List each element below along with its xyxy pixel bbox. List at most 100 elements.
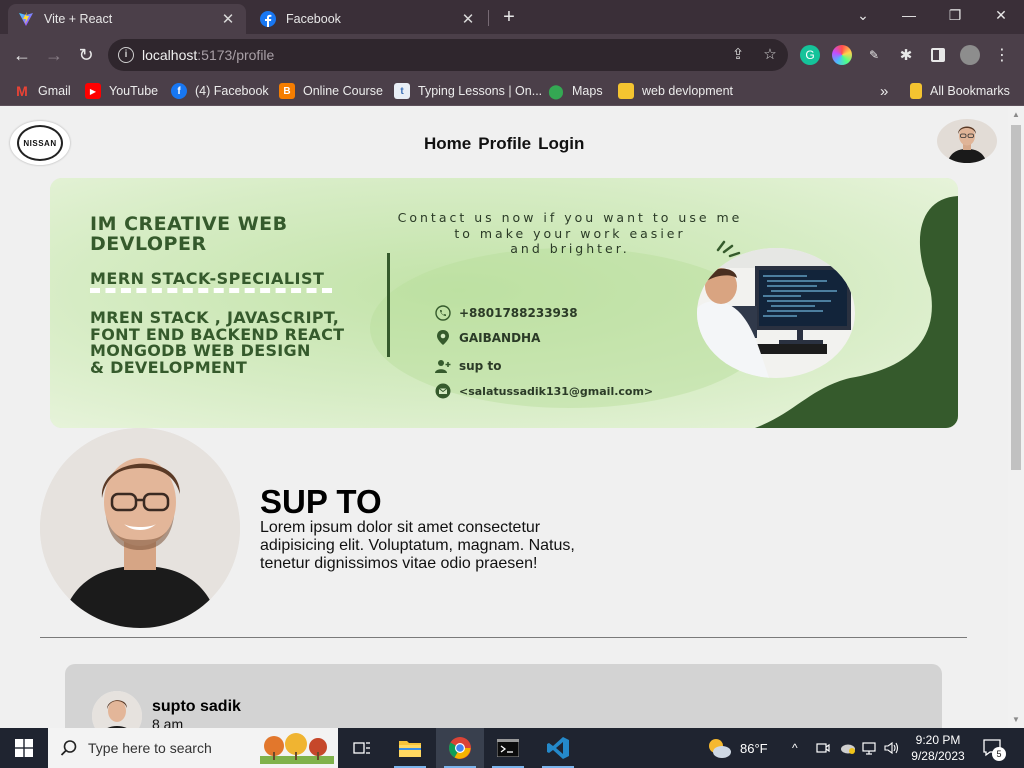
scroll-up-arrow[interactable]: ▲ xyxy=(1008,107,1024,123)
nav-login[interactable]: Login xyxy=(538,134,584,154)
site-header: NISSAN Home Profile Login xyxy=(0,107,1008,177)
profile-bio: Lorem ipsum dolor sit amet consectetur a… xyxy=(260,519,575,572)
close-window-button[interactable]: ✕ xyxy=(978,0,1024,30)
reload-button[interactable]: ↻ xyxy=(74,43,98,67)
tab-vite-react[interactable]: Vite + React ✕ xyxy=(8,4,246,34)
phone-icon xyxy=(435,305,451,321)
browser-title-bar: Vite + React ✕ Facebook ✕ + ⌄ — ❐ ✕ xyxy=(0,0,1024,34)
extensions-puzzle-icon[interactable]: ✱ xyxy=(896,45,916,65)
banner-headline: IM CREATIVE WEB DEVLOPER xyxy=(90,214,288,254)
bookmarks-overflow-button[interactable]: » xyxy=(880,82,888,100)
facebook-icon: f xyxy=(171,83,187,99)
banner-contact-text: Contact us now if you want to use me to … xyxy=(380,210,760,257)
forward-button[interactable]: → xyxy=(42,43,66,67)
tab-title: Facebook xyxy=(286,12,341,26)
post-author-avatar[interactable] xyxy=(92,691,142,728)
file-explorer-button[interactable] xyxy=(386,728,434,768)
add-user-icon xyxy=(435,358,451,374)
close-tab-icon[interactable]: ✕ xyxy=(220,10,236,28)
bookmark-typing-lessons[interactable]: t Typing Lessons | On... xyxy=(394,82,542,100)
bookmark-gmail[interactable]: M Gmail xyxy=(14,82,71,100)
onedrive-icon[interactable] xyxy=(838,728,856,768)
banner-contact-line: to make your work easier xyxy=(454,225,686,241)
vscode-icon xyxy=(547,737,569,759)
chrome-button[interactable] xyxy=(436,728,484,768)
site-logo[interactable]: NISSAN xyxy=(10,121,70,165)
taskbar-search[interactable]: Type here to search xyxy=(48,728,338,768)
bookmark-maps[interactable]: ⬤ Maps xyxy=(548,82,602,100)
share-icon[interactable]: ⇪ xyxy=(728,45,748,65)
start-button[interactable] xyxy=(0,728,48,768)
banner-vertical-divider xyxy=(387,253,390,357)
folder-icon xyxy=(910,83,922,99)
nav-home[interactable]: Home xyxy=(424,134,471,154)
bookmark-label: Online Course xyxy=(303,84,383,98)
volume-icon[interactable] xyxy=(884,728,900,768)
all-bookmarks-label: All Bookmarks xyxy=(930,84,1010,98)
banner-phone-text: +8801788233938 xyxy=(459,306,578,320)
address-bar[interactable]: i localhost:5173/profile ⇪ ☆ xyxy=(108,39,788,71)
all-bookmarks-button[interactable]: All Bookmarks xyxy=(902,82,1010,100)
bookmark-star-icon[interactable]: ☆ xyxy=(760,45,780,65)
weather-partly-cloudy-icon xyxy=(709,739,731,758)
menu-kebab-icon[interactable]: ⋮ xyxy=(992,45,1012,65)
search-icon xyxy=(60,740,77,756)
weather-widget[interactable]: 86°F xyxy=(706,728,768,768)
nav-profile[interactable]: Profile xyxy=(478,134,531,154)
notifications-button[interactable]: 5 xyxy=(982,728,1006,768)
bookmark-facebook[interactable]: f (4) Facebook xyxy=(171,82,269,100)
page-scrollbar[interactable]: ▲ ▼ xyxy=(1008,107,1024,728)
banner-developer-photo xyxy=(697,248,855,378)
banner-name: sup to xyxy=(435,358,501,374)
minimize-button[interactable]: — xyxy=(886,0,932,30)
post-author-name[interactable]: supto sadik xyxy=(152,698,241,716)
close-tab-icon[interactable]: ✕ xyxy=(460,10,476,28)
bookmark-label: Gmail xyxy=(38,84,71,98)
tab-facebook[interactable]: Facebook ✕ xyxy=(250,4,486,34)
bookmark-label: Typing Lessons | On... xyxy=(418,84,543,98)
site-info-icon[interactable]: i xyxy=(118,47,134,63)
post-card: supto sadik 8 am xyxy=(65,664,942,728)
tab-search-icon[interactable]: ⌄ xyxy=(840,0,886,30)
vite-icon xyxy=(19,12,33,26)
scrollbar-thumb[interactable] xyxy=(1011,125,1021,470)
meet-now-icon[interactable] xyxy=(816,728,830,768)
eyedropper-icon[interactable]: ✎ xyxy=(864,45,884,65)
color-extension-icon[interactable] xyxy=(832,45,852,65)
bookmark-web-devlopment[interactable]: web devlopment xyxy=(618,82,733,100)
windows-taskbar: Type here to search 86°F ^ 9:20 PM 9/28/… xyxy=(0,728,1024,768)
section-divider xyxy=(40,637,967,638)
post-avatar-photo xyxy=(92,691,142,728)
system-clock[interactable]: 9:20 PM 9/28/2023 xyxy=(900,732,976,764)
tab-title: Vite + React xyxy=(44,12,113,26)
side-panel-icon[interactable] xyxy=(928,45,948,65)
bookmark-online-course[interactable]: B Online Course xyxy=(279,82,383,100)
restore-button[interactable]: ❐ xyxy=(932,0,978,30)
notification-count-badge: 5 xyxy=(992,747,1006,761)
task-view-button[interactable] xyxy=(338,728,386,768)
terminal-button[interactable] xyxy=(484,728,532,768)
profile-photo xyxy=(40,428,240,628)
network-icon[interactable] xyxy=(862,728,878,768)
tray-overflow-icon[interactable]: ^ xyxy=(792,728,798,768)
bookmark-label: web devlopment xyxy=(642,84,734,98)
new-tab-button[interactable]: + xyxy=(498,6,520,28)
banner-specialist: MERN STACK-SPECIALIST xyxy=(90,269,325,288)
weather-temp: 86°F xyxy=(740,740,768,756)
banner-skills: MREN STACK , JAVASCRIPT, FONT END BACKEN… xyxy=(90,309,344,376)
banner-contact-line: Contact us now if you want to use me xyxy=(397,210,743,225)
back-button[interactable]: ← xyxy=(10,43,34,67)
user-avatar[interactable] xyxy=(937,119,997,163)
profile-avatar-icon[interactable] xyxy=(960,45,980,65)
folder-icon xyxy=(399,741,421,757)
grammarly-icon[interactable]: G xyxy=(800,45,820,65)
url-text[interactable]: localhost:5173/profile xyxy=(142,47,274,63)
vscode-button[interactable] xyxy=(534,728,582,768)
url-path: :5173/profile xyxy=(197,47,275,63)
bookmark-label: (4) Facebook xyxy=(195,84,269,98)
banner-email: <salatussadik131@gmail.com> xyxy=(435,383,653,399)
typing-icon: t xyxy=(394,83,410,99)
scroll-down-arrow[interactable]: ▼ xyxy=(1008,712,1024,728)
location-pin-icon xyxy=(435,330,451,346)
bookmark-youtube[interactable]: ▶ YouTube xyxy=(85,82,158,100)
